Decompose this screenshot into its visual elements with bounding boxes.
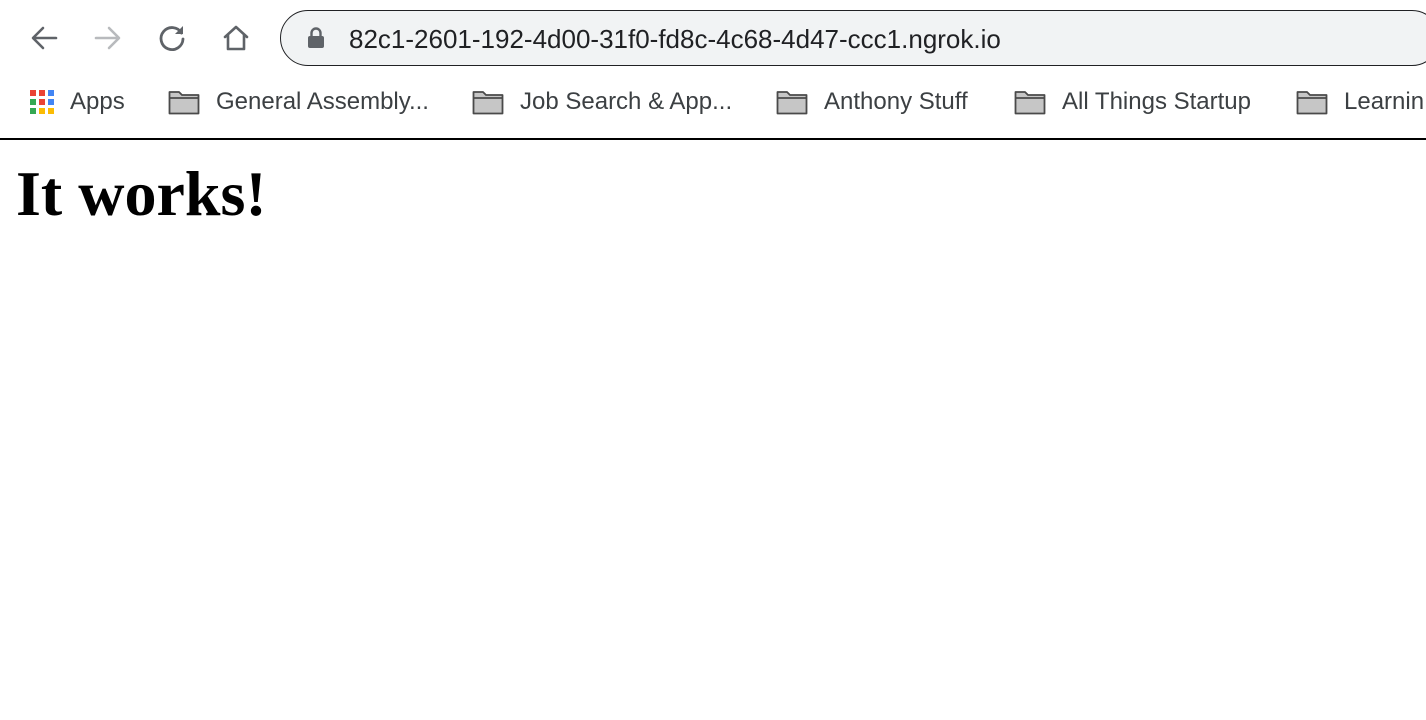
apps-grid-icon <box>30 90 54 114</box>
folder-icon <box>776 91 808 115</box>
browser-chrome: 82c1-2601-192-4d00-31f0-fd8c-4c68-4d47-c… <box>0 0 1426 140</box>
page-heading: It works! <box>16 158 267 229</box>
url-text[interactable]: 82c1-2601-192-4d00-31f0-fd8c-4c68-4d47-c… <box>349 23 1001 55</box>
bookmark-folder-general-assembly[interactable]: General Assembly... <box>168 84 429 120</box>
folder-icon <box>472 91 504 115</box>
arrow-right-icon <box>94 26 121 50</box>
bookmark-label: General Assembly... <box>216 88 429 115</box>
browser-toolbar: 82c1-2601-192-4d00-31f0-fd8c-4c68-4d47-c… <box>0 0 1426 76</box>
bookmark-label: Anthony Stuff <box>824 88 968 115</box>
bookmark-folder-all-things-startup[interactable]: All Things Startup <box>1014 84 1251 120</box>
bookmark-label: All Things Startup <box>1062 88 1251 115</box>
forward-button[interactable] <box>88 18 128 58</box>
home-button[interactable] <box>216 18 256 58</box>
bookmark-label: Learnin <box>1344 88 1425 115</box>
folder-icon <box>1014 91 1046 115</box>
folder-icon <box>1296 91 1328 115</box>
bookmark-label: Job Search & App... <box>520 88 733 115</box>
reload-button[interactable] <box>152 18 192 58</box>
back-button[interactable] <box>24 18 64 58</box>
lock-icon[interactable] <box>307 27 325 49</box>
home-icon <box>223 25 249 51</box>
bookmark-label: Apps <box>70 88 125 115</box>
page-content: It works! <box>0 158 1426 230</box>
bookmark-folder-anthony-stuff[interactable]: Anthony Stuff <box>776 84 968 120</box>
bookmark-folder-learning[interactable]: Learnin <box>1296 84 1424 120</box>
reload-icon <box>159 26 185 51</box>
address-bar[interactable]: 82c1-2601-192-4d00-31f0-fd8c-4c68-4d47-c… <box>280 10 1426 66</box>
bookmark-folder-job-search[interactable]: Job Search & App... <box>472 84 732 120</box>
arrow-left-icon <box>31 26 58 50</box>
bookmark-apps[interactable]: Apps <box>30 84 125 120</box>
bookmarks-bar: Apps General Assembly... Job Search & Ap… <box>0 78 1426 126</box>
folder-icon <box>168 91 200 115</box>
